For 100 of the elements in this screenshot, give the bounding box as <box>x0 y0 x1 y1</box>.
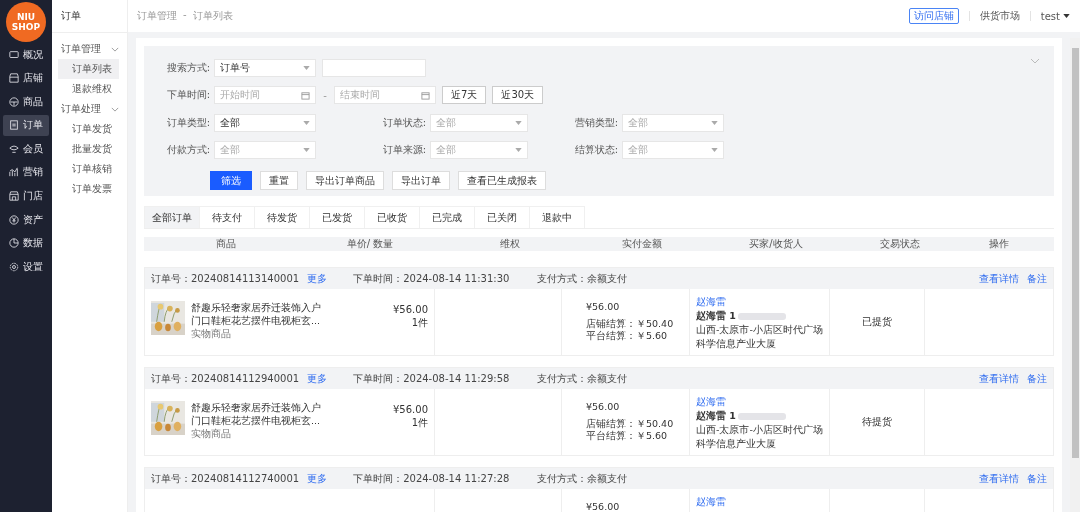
nav-item[interactable]: 概况 <box>3 44 49 65</box>
payment-method: 支付方式：余额支付 <box>537 471 628 486</box>
product-title[interactable]: 门口鞋柜花艺摆件电视柜玄... <box>191 314 376 327</box>
gear-icon <box>9 261 19 272</box>
date-range-button[interactable]: 近7天 <box>442 86 487 105</box>
nav-item[interactable]: 设置 <box>3 256 49 278</box>
calendar-icon <box>421 90 430 100</box>
nav-item[interactable]: 商品 <box>3 91 49 113</box>
order-action-link[interactable]: 查看详情 <box>979 271 1019 286</box>
search-type-select[interactable]: 订单号 <box>214 58 316 77</box>
section-title: 订单 <box>52 0 127 33</box>
order-number: 订单号：20240814112740001 <box>151 471 300 486</box>
caret-icon <box>515 148 522 152</box>
tab[interactable]: 退款中 <box>529 206 585 228</box>
nav-item[interactable]: 会员 <box>3 138 49 160</box>
nav-item[interactable]: 资产 <box>3 209 49 231</box>
action-button[interactable]: 重置 <box>260 171 298 190</box>
action-button[interactable]: 导出订单 <box>392 171 450 190</box>
field-label: 订单来源: <box>381 143 427 157</box>
store-settlement: 店铺结算：￥50.40 <box>586 318 675 330</box>
caret-icon <box>303 65 310 70</box>
nav-item[interactable]: 订单核销 <box>58 159 119 179</box>
scrollbar[interactable] <box>1070 38 1080 512</box>
quantity: 1件 <box>411 316 428 329</box>
caret-icon <box>303 121 310 125</box>
buyer-link[interactable]: 赵海雷 <box>696 295 823 309</box>
product-title[interactable]: 门口鞋柜花艺摆件电视柜玄... <box>191 414 376 427</box>
unit-price: ¥56.00 <box>393 303 428 316</box>
field-label: 订单类型: <box>165 116 211 130</box>
chart-icon <box>9 167 19 178</box>
field-label: 结算状态: <box>573 143 619 157</box>
pie-icon <box>9 238 19 249</box>
order-time: 下单时间：2024-08-14 11:27:28 <box>353 471 510 486</box>
store-icon <box>9 73 19 84</box>
order-number: 订单号：20240814113140001 <box>151 271 300 286</box>
platform-settlement: 平台结算：￥5.60 <box>586 430 669 442</box>
order-action-link[interactable]: 备注 <box>1027 271 1047 286</box>
action-button[interactable]: 导出订单商品 <box>306 171 384 190</box>
field-label: 下单时间: <box>165 88 211 103</box>
nav-item[interactable]: 营销 <box>3 161 49 183</box>
calendar-icon <box>301 90 310 100</box>
nav-item[interactable]: 批量发货 <box>58 139 119 159</box>
buyer-link[interactable]: 赵海雷 <box>696 495 823 509</box>
paid-amount: ¥56.00 <box>586 301 621 313</box>
range-separator: - <box>322 89 328 101</box>
product-type: 实物商品 <box>191 327 232 340</box>
receiver-address: 山西-太原市-小店区时代广场科学信息产业大厦 <box>696 323 823 351</box>
nav-item[interactable]: 数据 <box>3 232 49 254</box>
member-icon <box>9 143 19 154</box>
user-menu[interactable]: test <box>1040 10 1070 22</box>
buyer-link[interactable]: 赵海雷 <box>696 395 823 409</box>
unit-price: ¥56.00 <box>393 403 428 416</box>
product-title[interactable]: 舒趣乐轻奢家居乔迁装饰入户 <box>191 301 376 314</box>
select-field[interactable]: 全部 <box>214 114 316 132</box>
product-title[interactable]: 舒趣乐轻奢家居乔迁装饰入户 <box>191 401 376 414</box>
nav-item[interactable]: 订单发票 <box>58 179 119 199</box>
receiver-name: 赵海雷 1 <box>696 309 736 323</box>
nav-item[interactable]: 订单列表 <box>58 59 119 79</box>
nav-item[interactable]: 店铺 <box>3 67 49 89</box>
platform-settlement: 平台结算：￥5.60 <box>586 330 669 342</box>
action-button[interactable]: 查看已生成报表 <box>458 171 546 190</box>
order-status: 待提货 <box>862 415 892 429</box>
nav-item[interactable]: 退款维权 <box>58 79 119 99</box>
more-link[interactable]: 更多 <box>307 371 328 386</box>
supply-market-link[interactable]: 供货市场 <box>979 9 1020 23</box>
order-status: 已提货 <box>862 315 892 329</box>
tab[interactable]: 全部订单 <box>144 206 200 228</box>
order-action-link[interactable]: 查看详情 <box>979 371 1019 386</box>
order-action-link[interactable]: 查看详情 <box>979 471 1019 486</box>
action-button[interactable]: 筛选 <box>210 171 252 190</box>
column-header: 商品 <box>215 237 237 251</box>
date-range-button[interactable]: 近30天 <box>492 86 544 105</box>
product-type: 实物商品 <box>191 427 232 440</box>
nav-group[interactable]: 订单管理 <box>52 39 127 59</box>
nav-item[interactable]: 门店 <box>3 185 49 207</box>
search-field[interactable] <box>322 58 426 77</box>
column-header: 维权 <box>499 237 521 251</box>
more-link[interactable]: 更多 <box>307 471 328 486</box>
field-label: 营销类型: <box>573 116 619 130</box>
order-action-link[interactable]: 备注 <box>1027 371 1047 386</box>
field-label: 付款方式: <box>165 143 211 157</box>
paid-amount: ¥56.00 <box>586 401 621 413</box>
column-header: 交易状态 <box>879 237 921 251</box>
quantity: 1件 <box>411 416 428 429</box>
breadcrumb-item: - <box>183 9 187 22</box>
nav-item[interactable]: 订单发货 <box>58 119 119 139</box>
visit-store-button[interactable]: 访问店铺 <box>908 8 959 24</box>
redaction-mark <box>737 312 786 320</box>
monitor-icon <box>9 49 19 60</box>
redaction-mark <box>737 412 786 420</box>
nav-item[interactable]: 订单 <box>3 114 49 136</box>
order-action-link[interactable]: 备注 <box>1027 471 1047 486</box>
caret-icon <box>515 121 522 125</box>
box-icon <box>9 96 19 107</box>
receiver-name: 赵海雷 1 <box>696 409 736 423</box>
column-header: 操作 <box>988 237 1010 251</box>
column-header: 实付金额 <box>621 237 663 251</box>
chevron-icon[interactable] <box>1030 58 1040 64</box>
more-link[interactable]: 更多 <box>307 271 328 286</box>
nav-group[interactable]: 订单处理 <box>52 99 127 119</box>
